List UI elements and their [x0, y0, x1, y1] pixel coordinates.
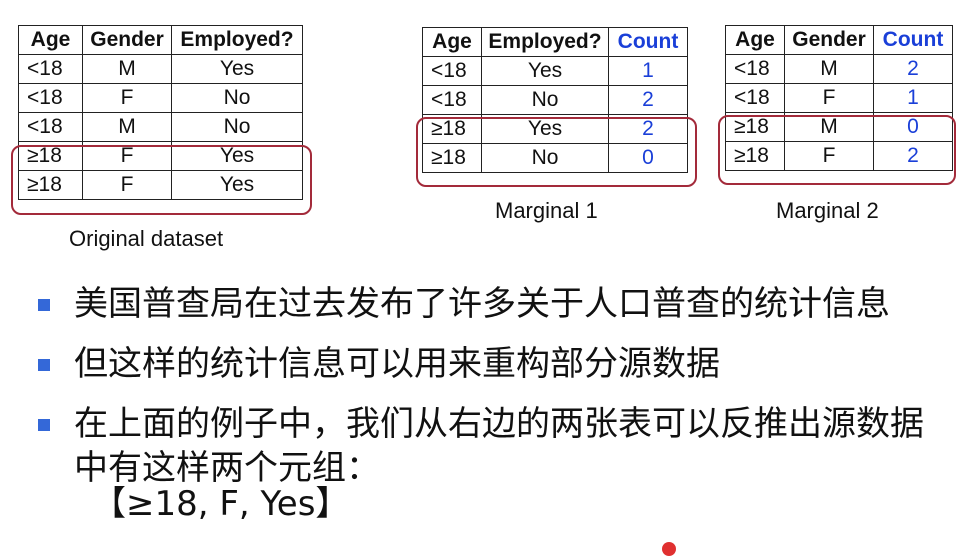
bullet-text: 美国普查局在过去发布了许多关于人口普查的统计信息: [74, 284, 890, 324]
bullet-item: 在上面的例子中，我们从右边的两张表可以反推出源数据中有这样两个元组：: [34, 402, 954, 490]
cell-gender: M: [82, 112, 172, 142]
cell-count: 2: [608, 85, 688, 115]
column-header-count: Count: [608, 27, 688, 57]
cell-age: <18: [725, 83, 785, 113]
caption-marginal-2: Marginal 2: [776, 198, 879, 223]
cell-age: <18: [18, 112, 83, 142]
table-header-row: Age Employed? Count: [422, 27, 688, 57]
reconstructed-tuple: 【≥18, F, Yes】: [92, 484, 350, 524]
cell-employed: Yes: [481, 56, 609, 86]
table-header-row: Age Gender Count: [725, 25, 953, 55]
cell-count: 1: [608, 56, 688, 86]
bullet-item: 但这样的统计信息可以用来重构部分源数据: [34, 342, 954, 386]
cell-age: <18: [422, 85, 482, 115]
table-row: <18 M 2: [725, 54, 953, 84]
cell-employed: No: [171, 83, 303, 113]
bullet-item: 美国普查局在过去发布了许多关于人口普查的统计信息: [34, 282, 954, 326]
cell-age: <18: [18, 83, 83, 113]
cell-employed: Yes: [171, 54, 303, 84]
column-header-age: Age: [18, 25, 83, 55]
caption-marginal-1: Marginal 1: [495, 198, 598, 223]
table-row: <18 M Yes: [18, 54, 303, 84]
column-header-age: Age: [422, 27, 482, 57]
laser-pointer-dot: [662, 542, 676, 556]
bullet-square-icon: [38, 359, 50, 371]
highlight-box-marginal-1: [416, 117, 697, 187]
column-header-count: Count: [873, 25, 953, 55]
bullet-square-icon: [38, 419, 50, 431]
table-row: <18 Yes 1: [422, 56, 688, 86]
cell-count: 1: [873, 83, 953, 113]
column-header-gender: Gender: [82, 25, 172, 55]
cell-age: <18: [422, 56, 482, 86]
highlight-box-marginal-2: [718, 115, 956, 185]
table-row: <18 No 2: [422, 85, 688, 115]
cell-age: <18: [18, 54, 83, 84]
cell-gender: F: [82, 83, 172, 113]
bullet-text: 在上面的例子中，我们从右边的两张表可以反推出源数据中有这样两个元组：: [74, 404, 924, 488]
column-header-gender: Gender: [784, 25, 874, 55]
cell-gender: F: [784, 83, 874, 113]
column-header-employed: Employed?: [481, 27, 609, 57]
bullet-list: 美国普查局在过去发布了许多关于人口普查的统计信息 但这样的统计信息可以用来重构部…: [34, 282, 954, 506]
cell-age: <18: [725, 54, 785, 84]
column-header-age: Age: [725, 25, 785, 55]
caption-original-dataset: Original dataset: [69, 226, 224, 251]
cell-employed: No: [171, 112, 303, 142]
table-row: <18 F No: [18, 83, 303, 113]
cell-gender: M: [82, 54, 172, 84]
cell-gender: M: [784, 54, 874, 84]
column-header-employed: Employed?: [171, 25, 303, 55]
table-header-row: Age Gender Employed?: [18, 25, 303, 55]
table-row: <18 M No: [18, 112, 303, 142]
highlight-box-original: [11, 145, 312, 215]
table-row: <18 F 1: [725, 83, 953, 113]
cell-count: 2: [873, 54, 953, 84]
cell-employed: No: [481, 85, 609, 115]
bullet-text: 但这样的统计信息可以用来重构部分源数据: [74, 344, 720, 384]
bullet-square-icon: [38, 299, 50, 311]
